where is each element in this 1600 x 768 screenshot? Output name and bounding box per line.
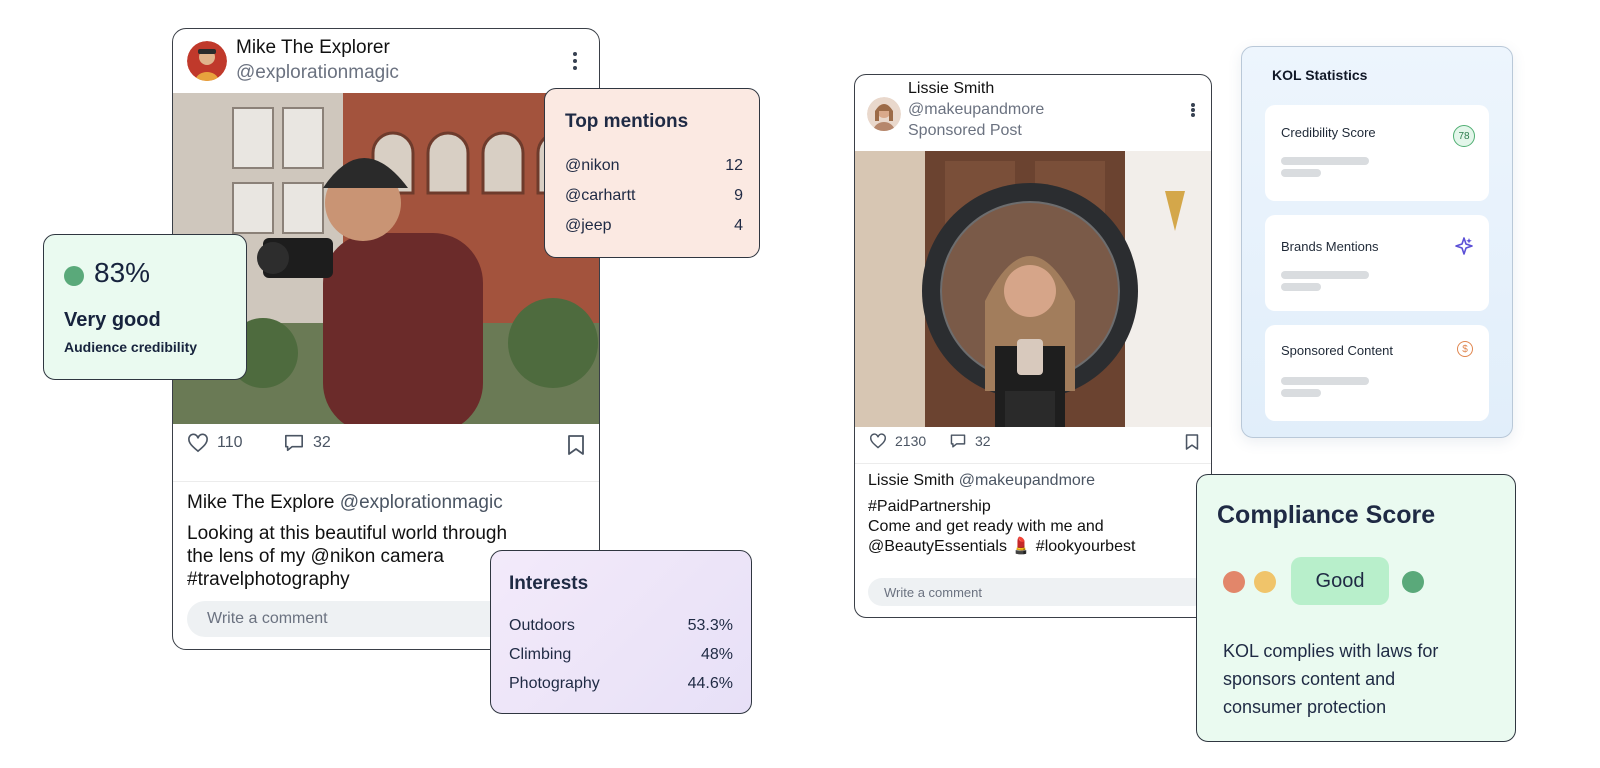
kol-item-brands[interactable]: Brands Mentions: [1265, 215, 1489, 311]
panel-title: Compliance Score: [1217, 501, 1436, 529]
placeholder-bar: [1281, 169, 1321, 177]
avatar[interactable]: [187, 41, 227, 81]
placeholder-bar: [1281, 377, 1369, 385]
mention-count: 12: [725, 157, 743, 174]
score-badge: 78: [1453, 125, 1475, 147]
mention-handle: @carhartt: [565, 187, 636, 204]
interest-value: 44.6%: [687, 675, 733, 692]
credibility-panel: 83% Very good Audience credibility: [43, 234, 247, 380]
score-value: 78: [1458, 130, 1470, 142]
dollar-icon: $: [1457, 341, 1473, 357]
comment-count: 32: [975, 433, 991, 449]
caption-author[interactable]: Mike The Explore: [187, 492, 335, 513]
top-mentions-panel: Top mentions @nikon 12 @carhartt 9 @jeep 4: [544, 88, 760, 258]
compliance-description: KOL complies with laws for sponsors cont…: [1223, 637, 1503, 721]
mention-count: 9: [734, 187, 743, 204]
caption-line: @BeautyEssentials 💄 #lookyourbest: [868, 538, 1136, 555]
mention-handle: @jeep: [565, 217, 612, 234]
kol-statistics-panel: KOL Statistics Credibility Score 78 Bran…: [1241, 46, 1513, 438]
description-line: consumer protection: [1223, 697, 1387, 717]
author-name[interactable]: Mike The Explorer: [236, 37, 390, 59]
list-item[interactable]: @nikon 12: [565, 151, 743, 181]
comment-input[interactable]: Write a comment: [868, 578, 1208, 606]
avatar[interactable]: [867, 97, 901, 131]
credibility-value: 83%: [94, 257, 151, 288]
like-count: 2130: [895, 433, 927, 449]
interest-label: Photography: [509, 675, 600, 692]
interests-panel: Interests Outdoors 53.3% Climbing 48% Phot…: [490, 550, 752, 714]
status-label: Good: [1315, 569, 1365, 592]
description-line: KOL complies with laws for: [1223, 641, 1439, 661]
placeholder-bar: [1281, 283, 1321, 291]
list-item[interactable]: @jeep 4: [565, 211, 743, 241]
comment-placeholder: Write a comment: [884, 584, 983, 600]
credibility-label: Audience credibility: [64, 339, 198, 355]
caption: Lissie Smith @makeupandmore #PaidPartner…: [868, 471, 1198, 557]
caption-line: Looking at this beautiful world through: [187, 523, 508, 544]
more-options-icon[interactable]: [1183, 100, 1203, 120]
list-item[interactable]: @carhartt 9: [565, 181, 743, 211]
comment-icon: [285, 434, 303, 452]
interest-value: 48%: [700, 646, 733, 663]
interest-label: Climbing: [509, 646, 572, 663]
kol-item-sponsored[interactable]: Sponsored Content $: [1265, 325, 1489, 421]
kol-item-credibility[interactable]: Credibility Score 78: [1265, 105, 1489, 201]
kol-item-label: Sponsored Content: [1281, 343, 1394, 358]
divider: [173, 481, 599, 482]
post-image: [855, 151, 1211, 427]
heart-icon: [188, 433, 208, 453]
author-name[interactable]: Lissie Smith: [908, 80, 994, 98]
comment-button[interactable]: 32: [949, 433, 991, 449]
mentions-list: @nikon 12 @carhartt 9 @jeep 4: [565, 151, 743, 241]
caption-handle[interactable]: @explorationmagic: [340, 492, 503, 513]
author-handle[interactable]: @makeupandmore: [908, 101, 1044, 119]
mention-count: 4: [734, 217, 743, 234]
divider: [855, 463, 1211, 464]
placeholder-bar: [1281, 271, 1369, 279]
panel-title: Top mentions: [565, 111, 689, 132]
description-line: sponsors content and: [1223, 669, 1396, 689]
comment-icon: [950, 434, 966, 448]
like-button[interactable]: 2130: [869, 433, 926, 449]
list-item: Outdoors 53.3%: [509, 611, 733, 640]
status-dot-yellow: [1254, 571, 1276, 593]
credibility-rating: Very good: [64, 309, 161, 331]
placeholder-bar: [1281, 157, 1369, 165]
interest-value: 53.3%: [687, 617, 733, 634]
status-dot: [64, 266, 84, 286]
bookmark-icon[interactable]: [1185, 433, 1199, 451]
status-badge: Good: [1291, 557, 1389, 605]
heart-icon: [870, 433, 886, 449]
sparkle-icon: [1455, 237, 1473, 255]
comment-count: 32: [313, 434, 331, 451]
interest-label: Outdoors: [509, 617, 575, 634]
compliance-score-panel: Compliance Score Good KOL complies with …: [1196, 474, 1516, 742]
interests-list: Outdoors 53.3% Climbing 48% Photography 44.…: [509, 611, 733, 698]
placeholder-bar: [1281, 389, 1321, 397]
author-handle[interactable]: @explorationmagic: [236, 62, 399, 84]
status-dot-red: [1223, 571, 1245, 593]
comment-button[interactable]: 32: [283, 433, 331, 453]
like-count: 110: [217, 434, 243, 451]
status-dot-green: [1402, 571, 1424, 593]
kol-item-label: Brands Mentions: [1281, 239, 1379, 254]
bookmark-icon[interactable]: [567, 434, 585, 456]
caption-handle[interactable]: @makeupandmore: [959, 472, 1095, 489]
list-item: Climbing 48%: [509, 640, 733, 669]
panel-title: Interests: [509, 573, 589, 594]
post-card-lissie: Lissie Smith @makeupandmore Sponsored Po…: [854, 74, 1212, 618]
caption-line: Come and get ready with me and: [868, 518, 1104, 535]
list-item: Photography 44.6%: [509, 669, 733, 698]
caption-line: #PaidPartnership: [868, 498, 991, 515]
mention-handle: @nikon: [565, 157, 620, 174]
comment-placeholder: Write a comment: [207, 610, 328, 627]
caption-author[interactable]: Lissie Smith: [868, 472, 954, 489]
more-options-icon[interactable]: [565, 49, 585, 73]
panel-title: KOL Statistics: [1272, 67, 1368, 83]
like-button[interactable]: 110: [187, 433, 243, 453]
kol-item-label: Credibility Score: [1281, 125, 1376, 140]
sponsored-label: Sponsored Post: [908, 122, 1022, 139]
